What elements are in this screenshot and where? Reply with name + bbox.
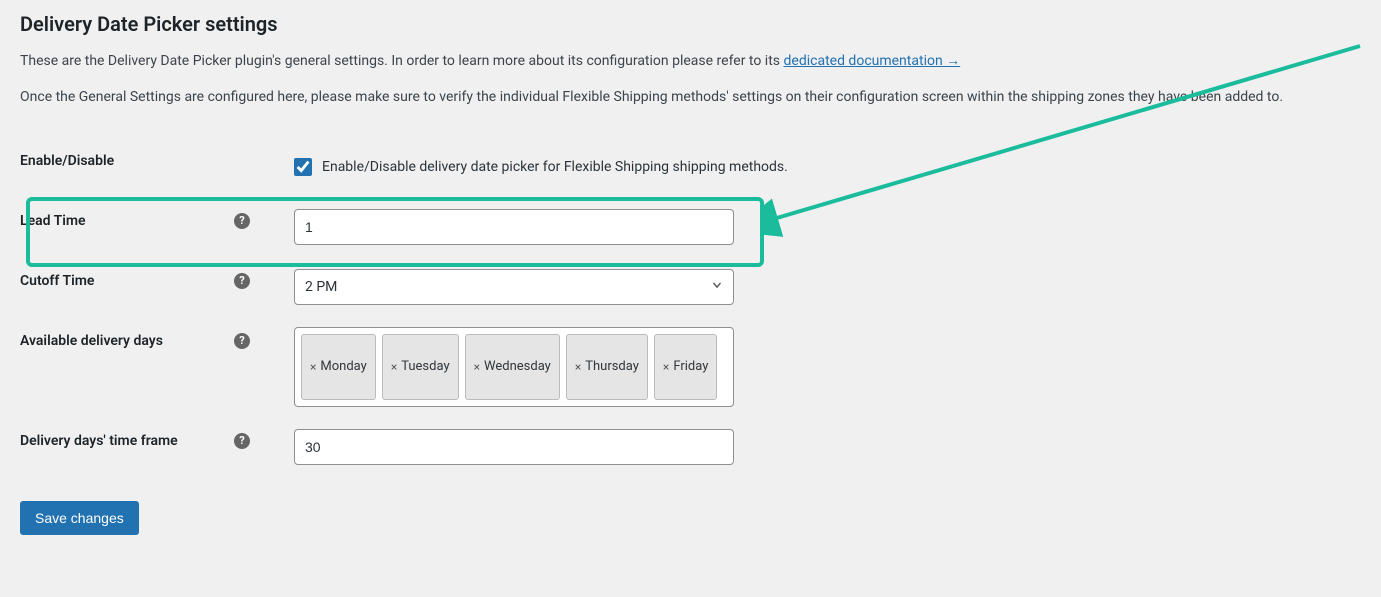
remove-tag-icon[interactable]: × (391, 360, 397, 374)
documentation-link[interactable]: dedicated documentation → (784, 53, 961, 69)
remove-tag-icon[interactable]: × (575, 360, 581, 374)
settings-form: Enable/Disable Enable/Disable delivery d… (20, 137, 1361, 477)
intro-paragraph-2: Once the General Settings are configured… (20, 86, 1361, 108)
day-tag-label: Friday (673, 359, 708, 374)
day-tag-label: Tuesday (401, 359, 449, 374)
enable-label: Enable/Disable (20, 153, 250, 169)
time-frame-label: Delivery days' time frame (20, 433, 234, 449)
day-tag[interactable]: × Monday (301, 334, 376, 400)
enable-checkbox-label: Enable/Disable delivery date picker for … (322, 159, 788, 175)
day-tag[interactable]: × Tuesday (382, 334, 459, 400)
lead-time-label: Lead Time (20, 213, 234, 229)
help-icon[interactable]: ? (234, 433, 250, 449)
remove-tag-icon[interactable]: × (474, 360, 480, 374)
cutoff-select-value: 2 PM (294, 269, 734, 305)
intro-text-pre: These are the Delivery Date Picker plugi… (20, 53, 784, 69)
remove-tag-icon[interactable]: × (310, 360, 316, 374)
lead-time-input[interactable] (294, 209, 734, 245)
row-lead-time: Lead Time ? (20, 197, 1361, 257)
day-tag-label: Monday (320, 359, 366, 374)
save-button[interactable]: Save changes (20, 501, 139, 535)
page-title: Delivery Date Picker settings (20, 12, 1361, 36)
help-icon[interactable]: ? (234, 333, 250, 349)
help-icon[interactable]: ? (234, 213, 250, 229)
cutoff-label: Cutoff Time (20, 273, 234, 289)
time-frame-input[interactable] (294, 429, 734, 465)
avail-days-tags-input[interactable]: × Monday× Tuesday× Wednesday× Thursday× … (294, 327, 734, 407)
day-tag-label: Thursday (585, 359, 639, 374)
intro-paragraph-1: These are the Delivery Date Picker plugi… (20, 50, 1361, 72)
help-icon[interactable]: ? (234, 273, 250, 289)
remove-tag-icon[interactable]: × (663, 360, 669, 374)
day-tag[interactable]: × Wednesday (465, 334, 560, 400)
day-tag-label: Wednesday (484, 359, 551, 374)
row-cutoff-time: Cutoff Time ? 2 PM (20, 257, 1361, 317)
row-enable-disable: Enable/Disable Enable/Disable delivery d… (20, 137, 1361, 197)
cutoff-select[interactable]: 2 PM (294, 269, 734, 305)
row-available-days: Available delivery days ? × Monday× Tues… (20, 317, 1361, 417)
avail-days-label: Available delivery days (20, 333, 234, 349)
enable-checkbox[interactable] (294, 158, 312, 176)
day-tag[interactable]: × Thursday (566, 334, 648, 400)
day-tag[interactable]: × Friday (654, 334, 717, 400)
row-time-frame: Delivery days' time frame ? (20, 417, 1361, 477)
